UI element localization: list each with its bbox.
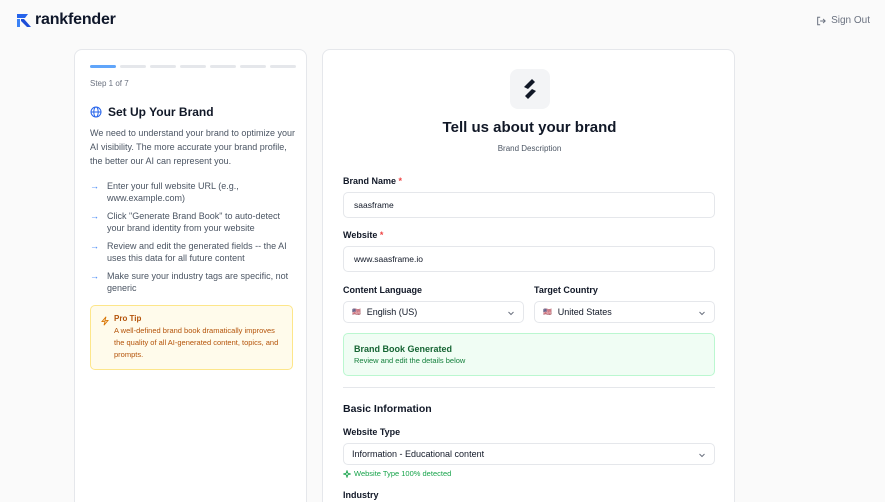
lightning-icon [101,316,109,326]
detected-text: Website Type 100% detected [354,469,452,478]
us-flag-icon: 🇺🇸 [543,309,552,316]
sidebar-title: Set Up Your Brand [90,105,214,119]
sidebar-description: We need to understand your brand to opti… [90,128,295,166]
pro-tip-box: Pro Tip A well-defined brand book dramat… [90,305,293,370]
target-country-value: United States [557,307,612,317]
tip-text: Enter your full website URL (e.g., www.e… [107,181,239,203]
section-divider [343,387,715,388]
brand-name-label-text: Brand Name [343,176,397,186]
website-type-label: Website Type [343,427,401,437]
progress-segment [270,65,296,68]
required-marker: * [379,230,384,240]
logo[interactable]: rankfender [16,11,116,29]
website-input[interactable]: www.saasframe.io [343,246,715,272]
tips-list: → Enter your full website URL (e.g., www.… [90,180,295,300]
us-flag-icon: 🇺🇸 [352,309,361,316]
sparkle-icon [343,469,351,478]
progress-segment [180,65,206,68]
tip-item: → Click "Generate Brand Book" to auto-det… [90,210,295,234]
industry-label: Industry [343,490,379,500]
arrow-right-icon: → [90,211,99,221]
target-country-label: Target Country [534,285,598,295]
website-type-detected: Website Type 100% detected [343,469,451,478]
arrow-right-icon: → [90,241,99,251]
content-language-label: Content Language [343,285,422,295]
step-progress-bar [90,65,296,68]
progress-segment [150,65,176,68]
sidebar-title-text: Set Up Your Brand [108,105,214,119]
chevron-down-icon [699,453,705,458]
required-marker: * [398,176,403,186]
website-label: Website * [343,230,383,240]
globe-icon [90,106,102,118]
brand-book-success-banner: Brand Book Generated Review and edit the… [343,333,715,376]
pro-tip-text: A well-defined brand book dramatically i… [114,326,279,359]
website-label-text: Website [343,230,378,240]
content-language-select[interactable]: 🇺🇸 English (US) [343,301,524,323]
progress-segment [120,65,146,68]
brand-name-input[interactable]: saasframe [343,192,715,218]
website-type-select[interactable]: Information - Educational content [343,443,715,465]
rankfender-logo-icon [17,13,31,27]
target-country-select[interactable]: 🇺🇸 United States [534,301,715,323]
content-language-value: English (US) [366,307,418,317]
success-subtitle: Review and edit the details below [354,356,466,365]
tip-item: → Make sure your industry tags are specif… [90,270,295,294]
progress-segment [90,65,116,68]
brand-form-card: Tell us about your brand Brand Descripti… [322,49,735,502]
tip-item: → Review and edit the generated fields --… [90,240,295,264]
success-title: Brand Book Generated [354,344,453,354]
sign-out-button[interactable]: Sign Out [816,15,870,26]
sign-out-icon [817,16,826,25]
saasframe-logo-icon [524,79,536,99]
basic-information-heading: Basic Information [343,403,432,415]
progress-segment [240,65,266,68]
brand-logo [510,69,550,109]
arrow-right-icon: → [90,181,99,191]
sign-out-label: Sign Out [831,15,870,26]
step-label: Step 1 of 7 [90,79,129,88]
chevron-down-icon [508,311,514,316]
brand-name-label: Brand Name * [343,176,402,186]
chevron-down-icon [699,311,705,316]
onboarding-sidebar: Step 1 of 7 Set Up Your Brand We need to… [74,49,307,502]
progress-segment [210,65,236,68]
website-type-value: Information - Educational content [352,449,485,459]
tip-item: → Enter your full website URL (e.g., www.… [90,180,295,204]
tip-text: Review and edit the generated fields -- … [107,241,287,263]
tip-text: Make sure your industry tags are specifi… [107,271,289,293]
logo-text: rankfender [35,11,116,28]
pro-tip-title: Pro Tip [114,314,142,323]
page-title: Tell us about your brand [442,119,617,136]
tip-text: Click "Generate Brand Book" to auto-dete… [107,211,280,233]
arrow-right-icon: → [90,271,99,281]
page-subtitle: Brand Description [497,144,562,153]
